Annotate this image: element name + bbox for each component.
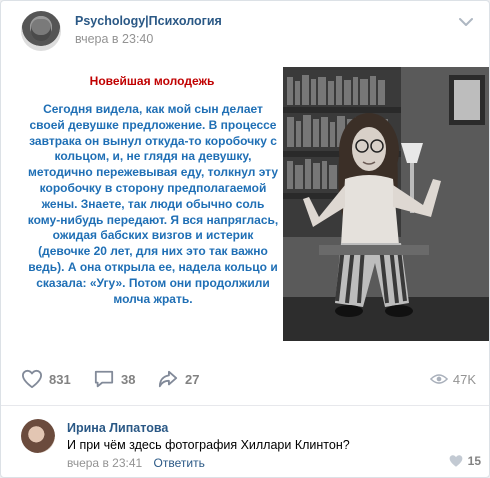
heart-icon bbox=[449, 455, 463, 467]
group-name[interactable]: Psychology|Психология bbox=[75, 14, 222, 28]
post-time[interactable]: вчера в 23:40 bbox=[75, 32, 153, 46]
comment-meta: вчера в 23:41 Ответить bbox=[67, 456, 205, 470]
comment-like-count: 15 bbox=[467, 454, 481, 468]
comment-button[interactable]: 38 bbox=[93, 367, 135, 391]
eye-icon bbox=[429, 374, 448, 384]
post-card: Psychology|Психология вчера в 23:40 Нове… bbox=[0, 0, 490, 478]
views-counter: 47K bbox=[429, 367, 476, 391]
post-header: Psychology|Психология вчера в 23:40 bbox=[21, 11, 481, 55]
comment-time[interactable]: вчера в 23:41 bbox=[67, 456, 142, 470]
divider bbox=[1, 405, 489, 406]
chevron-down-icon[interactable] bbox=[459, 17, 473, 27]
post-image[interactable]: Новейшая молодежь Сегодня видела, как мо… bbox=[21, 65, 489, 341]
like-button[interactable]: 831 bbox=[21, 367, 71, 391]
comment-text: И при чём здесь фотография Хиллари Клинт… bbox=[67, 438, 350, 452]
views-count: 47K bbox=[452, 371, 476, 387]
share-count: 27 bbox=[185, 371, 200, 387]
image-story-text: Сегодня видела, как мой сын делает своей… bbox=[27, 102, 279, 306]
comment-like-button[interactable]: 15 bbox=[448, 454, 481, 468]
comment-author[interactable]: Ирина Липатова bbox=[67, 421, 168, 435]
comment-item: Ирина Липатова И при чём здесь фотографи… bbox=[21, 419, 481, 473]
photo-illustration bbox=[283, 67, 489, 341]
heart-icon bbox=[21, 369, 42, 389]
commenter-avatar[interactable] bbox=[21, 419, 55, 453]
group-avatar[interactable] bbox=[21, 11, 61, 51]
share-button[interactable]: 27 bbox=[157, 367, 199, 391]
woman-photo bbox=[283, 67, 489, 341]
image-text-panel: Новейшая молодежь Сегодня видела, как мо… bbox=[21, 65, 283, 341]
reply-link[interactable]: Ответить bbox=[154, 456, 205, 470]
share-arrow-icon bbox=[158, 370, 178, 388]
comment-count: 38 bbox=[121, 371, 136, 387]
comment-icon bbox=[94, 370, 114, 388]
like-count: 831 bbox=[49, 371, 71, 387]
post-actions: 831 38 27 47K bbox=[21, 367, 476, 391]
image-title: Новейшая молодежь bbox=[89, 74, 215, 88]
